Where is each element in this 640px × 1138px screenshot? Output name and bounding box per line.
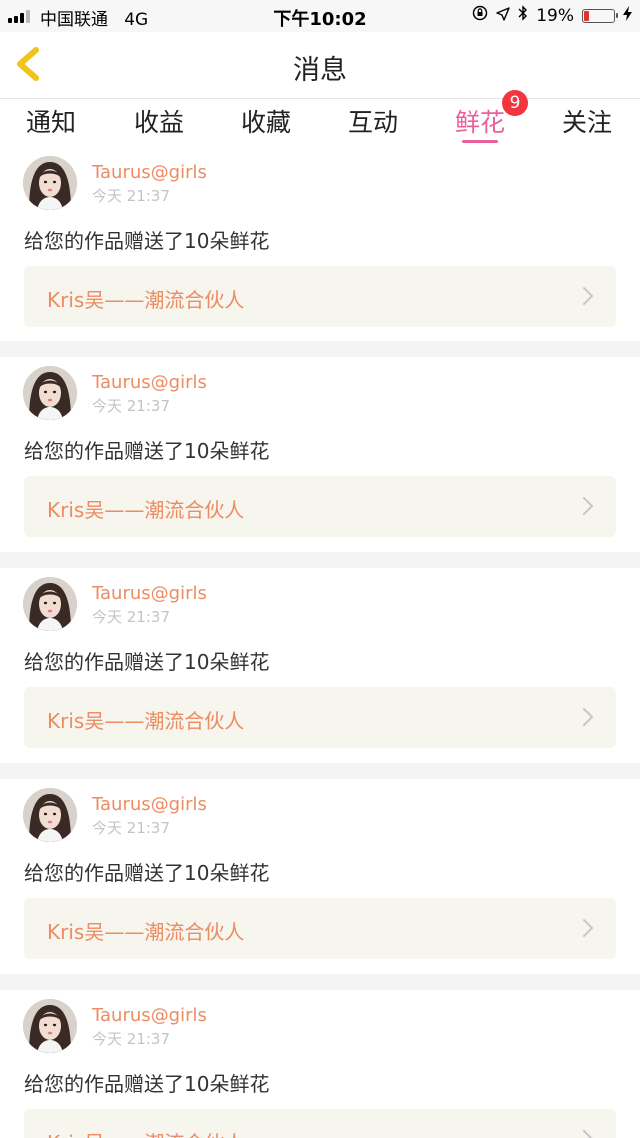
- page-title: 消息: [293, 55, 347, 86]
- message-text: 给您的作品赠送了10朵鲜花: [24, 1072, 270, 1096]
- avatar[interactable]: [23, 577, 77, 631]
- message-card: Taurus@girls 今天 21:37 给您的作品赠送了10朵鲜花 Kris…: [0, 779, 640, 974]
- chevron-right-icon: [583, 708, 593, 726]
- username[interactable]: Taurus@girls: [92, 1005, 207, 1026]
- orientation-lock-icon: [472, 5, 488, 26]
- post-time: 今天 21:37: [92, 187, 170, 205]
- message-text: 给您的作品赠送了10朵鲜花: [24, 861, 270, 885]
- work-title: Kris吴——潮流合伙人: [47, 498, 245, 522]
- work-title: Kris吴——潮流合伙人: [47, 288, 245, 312]
- battery-icon: [582, 8, 618, 23]
- tab-notifications[interactable]: 通知: [26, 103, 76, 139]
- tab-following[interactable]: 关注: [562, 103, 612, 139]
- chevron-right-icon: [583, 1130, 593, 1138]
- chevron-right-icon: [583, 497, 593, 515]
- username[interactable]: Taurus@girls: [92, 583, 207, 604]
- active-tab-indicator: [462, 140, 498, 143]
- post-time: 今天 21:37: [92, 819, 170, 837]
- status-bar: 中国联通 4G 下午10:02 19%: [0, 0, 640, 32]
- message-text: 给您的作品赠送了10朵鲜花: [24, 650, 270, 674]
- work-link[interactable]: Kris吴——潮流合伙人: [24, 687, 616, 748]
- work-link[interactable]: Kris吴——潮流合伙人: [24, 476, 616, 537]
- status-indicators: 19%: [472, 5, 632, 26]
- nav-bar: 消息: [0, 32, 640, 99]
- tab-bar: 通知 收益 收藏 互动 鲜花 关注: [0, 99, 640, 147]
- message-text: 给您的作品赠送了10朵鲜花: [24, 439, 270, 463]
- username[interactable]: Taurus@girls: [92, 794, 207, 815]
- work-link[interactable]: Kris吴——潮流合伙人: [24, 898, 616, 959]
- work-link[interactable]: Kris吴——潮流合伙人: [24, 1109, 616, 1138]
- tab-interactions[interactable]: 互动: [348, 103, 398, 139]
- tab-favorites[interactable]: 收藏: [241, 103, 291, 139]
- location-icon: [496, 6, 510, 26]
- username[interactable]: Taurus@girls: [92, 372, 207, 393]
- message-list[interactable]: Taurus@girls 今天 21:37 给您的作品赠送了10朵鲜花 Kris…: [0, 147, 640, 1138]
- post-time: 今天 21:37: [92, 397, 170, 415]
- avatar[interactable]: [23, 366, 77, 420]
- work-link[interactable]: Kris吴——潮流合伙人: [24, 266, 616, 327]
- tab-earnings[interactable]: 收益: [134, 103, 184, 139]
- avatar[interactable]: [23, 999, 77, 1053]
- message-text: 给您的作品赠送了10朵鲜花: [24, 229, 270, 253]
- message-card: Taurus@girls 今天 21:37 给您的作品赠送了10朵鲜花 Kris…: [0, 147, 640, 341]
- battery-level: [584, 10, 589, 21]
- tab-flowers-badge: 9: [502, 90, 528, 116]
- chevron-right-icon: [583, 287, 593, 305]
- avatar[interactable]: [23, 788, 77, 842]
- message-card: Taurus@girls 今天 21:37 给您的作品赠送了10朵鲜花 Kris…: [0, 568, 640, 763]
- post-time: 今天 21:37: [92, 1030, 170, 1048]
- work-title: Kris吴——潮流合伙人: [47, 920, 245, 944]
- bluetooth-icon: [518, 5, 528, 26]
- work-title: Kris吴——潮流合伙人: [47, 709, 245, 733]
- post-time: 今天 21:37: [92, 608, 170, 626]
- chevron-right-icon: [583, 919, 593, 937]
- work-title: Kris吴——潮流合伙人: [47, 1127, 244, 1138]
- username[interactable]: Taurus@girls: [92, 162, 207, 183]
- message-card: Taurus@girls 今天 21:37 给您的作品赠送了10朵鲜花 Kris…: [0, 990, 640, 1138]
- avatar[interactable]: [23, 156, 77, 210]
- tab-flowers[interactable]: 鲜花: [455, 103, 505, 139]
- charging-icon: [623, 6, 632, 25]
- message-card: Taurus@girls 今天 21:37 给您的作品赠送了10朵鲜花 Kris…: [0, 357, 640, 552]
- battery-percent: 19%: [536, 5, 574, 26]
